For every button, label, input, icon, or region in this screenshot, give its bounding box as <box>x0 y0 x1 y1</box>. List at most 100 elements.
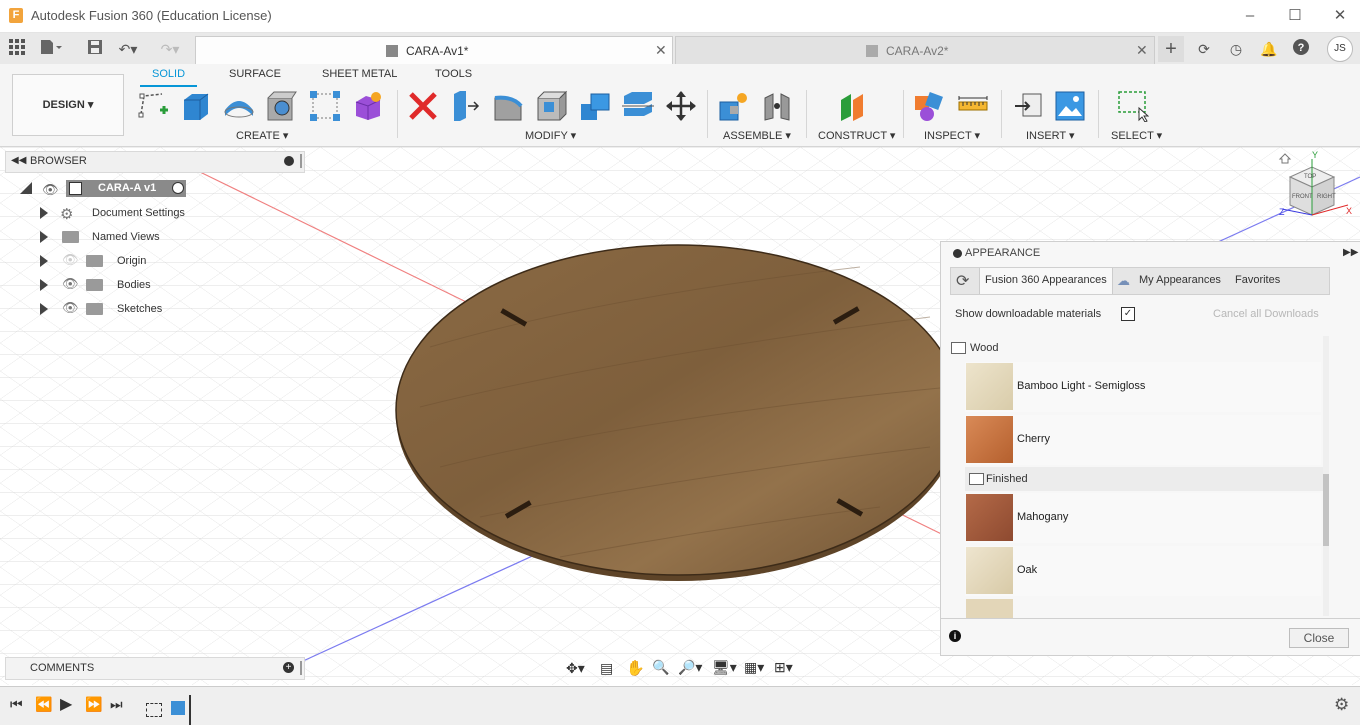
maximize-button[interactable]: ☐ <box>1285 6 1305 26</box>
cancel-downloads-link[interactable]: Cancel all Downloads <box>1213 308 1319 320</box>
assemble-menu[interactable]: ASSEMBLE ▾ <box>723 129 791 142</box>
extrude-icon[interactable] <box>180 90 212 122</box>
visibility-eye-icon[interactable]: 👁 <box>62 300 79 316</box>
material-cherry[interactable]: Cherry <box>965 415 1321 465</box>
move-copy-icon[interactable] <box>665 90 697 122</box>
browser-item-named-views[interactable]: Named Views <box>40 228 300 248</box>
create-form-icon[interactable] <box>352 90 384 122</box>
grid-snaps-icon[interactable]: ▦▾ <box>744 659 764 676</box>
minimize-button[interactable]: – <box>1240 6 1260 26</box>
refresh-icon[interactable]: ⟳ <box>956 271 969 291</box>
tab-solid[interactable]: SOLID <box>139 68 198 87</box>
inspect-menu[interactable]: INSPECT ▾ <box>924 129 980 142</box>
offset-plane-icon[interactable] <box>837 90 869 122</box>
select-menu[interactable]: SELECT ▾ <box>1111 129 1162 142</box>
create-menu[interactable]: CREATE ▾ <box>236 129 288 142</box>
timeline-extrude-feature-icon[interactable] <box>171 701 185 715</box>
file-menu-icon[interactable] <box>40 39 62 59</box>
look-at-icon[interactable]: ▤ <box>600 660 613 677</box>
expand-icon[interactable] <box>40 255 48 267</box>
tab-favorites[interactable]: Favorites <box>1235 274 1280 286</box>
show-downloadable-checkbox[interactable]: ✓ <box>1121 307 1135 321</box>
save-icon[interactable] <box>85 39 105 59</box>
modify-menu[interactable]: MODIFY ▾ <box>525 129 576 142</box>
expand-icon[interactable] <box>40 231 48 243</box>
visibility-eye-icon[interactable]: 👁 <box>42 182 59 198</box>
material-oak[interactable]: Oak <box>965 546 1321 596</box>
timeline-marker[interactable] <box>189 695 191 725</box>
delete-icon[interactable] <box>407 90 439 122</box>
add-comment-icon[interactable]: + <box>283 662 294 673</box>
display-settings-icon[interactable]: 🖥▾ <box>712 659 737 676</box>
comments-panel-header[interactable]: COMMENTS + <box>5 657 305 680</box>
timeline-play-icon[interactable]: ▶ <box>60 694 72 714</box>
browser-item-sketches[interactable]: 👁 Sketches <box>40 300 300 320</box>
subcategory-finished[interactable]: Finished <box>965 467 1323 491</box>
window-select-icon[interactable] <box>1117 90 1150 123</box>
tab-my-appearances[interactable]: My Appearances <box>1139 274 1221 286</box>
tab-sheet-metal[interactable]: SHEET METAL <box>322 68 397 80</box>
insert-menu[interactable]: INSERT ▾ <box>1026 129 1075 142</box>
redo-icon[interactable]: ↷▾ <box>160 39 180 59</box>
tab-cara-av1[interactable]: CARA-Av1* ✕ <box>195 36 673 65</box>
fit-icon[interactable]: 🔎▾ <box>678 659 702 676</box>
undo-icon[interactable]: ↶▾ <box>118 39 138 59</box>
expand-panel-icon[interactable]: ▶▶ <box>1343 247 1358 258</box>
timeline-start-icon[interactable]: ⏮ <box>10 696 23 713</box>
tab-fusion-360-appearances[interactable]: Fusion 360 Appearances <box>979 268 1113 294</box>
pan-hand-icon[interactable]: ✋ <box>626 659 645 677</box>
user-avatar[interactable]: JS <box>1327 36 1353 62</box>
joint-icon[interactable] <box>761 90 793 122</box>
material-mahogany[interactable]: Mahogany <box>965 493 1321 543</box>
activate-radio-icon[interactable] <box>172 182 184 194</box>
browser-panel-header[interactable]: ◀◀ BROWSER <box>5 151 305 173</box>
notifications-icon[interactable]: 🔔 <box>1259 39 1279 59</box>
zoom-icon[interactable]: 🔍 <box>652 659 669 676</box>
timeline-end-icon[interactable]: ⏭ <box>110 696 123 713</box>
browser-root-row[interactable]: 👁 CARA-A v1 <box>20 180 300 200</box>
browser-item-origin[interactable]: 👁 Origin <box>40 252 300 272</box>
comments-resize-handle[interactable] <box>300 661 302 675</box>
material-bamboo-light[interactable]: Bamboo Light - Semigloss <box>965 362 1321 412</box>
browser-minimize-icon[interactable] <box>284 156 294 166</box>
scrollbar-thumb[interactable] <box>1323 474 1329 546</box>
browser-item-bodies[interactable]: 👁 Bodies <box>40 276 300 296</box>
view-cube[interactable]: TOP FRONT RIGHT Y X Z <box>1270 149 1358 235</box>
combine-icon[interactable] <box>579 90 611 122</box>
close-tab-icon[interactable]: ✕ <box>655 42 667 59</box>
collapse-browser-icon[interactable]: ◀◀ <box>11 155 26 166</box>
appearance-icon[interactable] <box>913 90 945 122</box>
job-status-icon[interactable]: ◷ <box>1226 39 1246 59</box>
close-tab-icon[interactable]: ✕ <box>1136 42 1148 59</box>
timeline-settings-gear-icon[interactable]: ⚙ <box>1334 695 1349 715</box>
shell-icon[interactable] <box>536 90 568 122</box>
hidden-eye-icon[interactable]: 👁 <box>62 252 79 268</box>
info-icon[interactable]: i <box>949 630 961 642</box>
fillet-icon[interactable] <box>493 90 525 122</box>
expand-icon[interactable] <box>40 207 48 219</box>
tab-cara-av2[interactable]: CARA-Av2* ✕ <box>675 36 1155 65</box>
timeline-sketch-feature-icon[interactable] <box>146 703 162 717</box>
browser-resize-handle[interactable] <box>300 154 302 168</box>
expand-icon[interactable] <box>40 279 48 291</box>
new-tab-button[interactable]: + <box>1158 36 1184 62</box>
apps-grid-icon[interactable] <box>7 39 27 59</box>
pattern-icon[interactable] <box>309 90 341 122</box>
workspace-selector[interactable]: DESIGN ▾ <box>12 74 124 136</box>
close-window-button[interactable]: ✕ <box>1330 6 1350 26</box>
insert-canvas-icon[interactable] <box>1054 90 1086 122</box>
timeline-step-forward-icon[interactable]: ⏩ <box>85 696 102 713</box>
press-pull-icon[interactable] <box>450 90 482 122</box>
new-component-icon[interactable] <box>718 90 750 122</box>
tab-surface[interactable]: SURFACE <box>229 68 281 80</box>
hole-icon[interactable] <box>266 90 298 122</box>
create-sketch-icon[interactable] <box>138 90 170 122</box>
expand-root-icon[interactable] <box>20 182 32 194</box>
split-body-icon[interactable] <box>622 90 654 122</box>
material-scrollbar[interactable] <box>1323 336 1329 616</box>
revolve-icon[interactable] <box>223 90 255 122</box>
collapse-panel-icon[interactable] <box>953 249 962 258</box>
construct-menu[interactable]: CONSTRUCT ▾ <box>818 129 895 142</box>
extensions-icon[interactable]: ⟳ <box>1194 39 1214 59</box>
browser-item-document-settings[interactable]: ⚙ Document Settings <box>40 204 300 224</box>
